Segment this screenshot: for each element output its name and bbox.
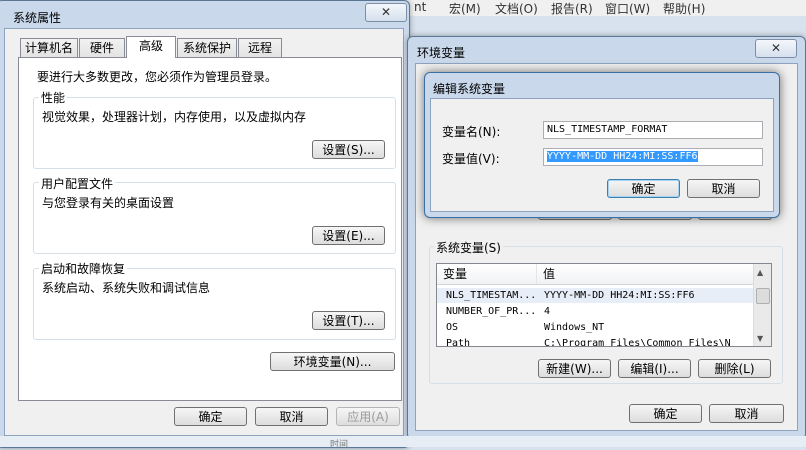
admin-note: 要进行大多数更改，您必须作为管理员登录。: [37, 70, 278, 84]
close-icon: ✕: [770, 41, 782, 55]
startup-recovery-settings-button[interactable]: 设置(T)...: [312, 311, 385, 330]
row-value: YYYY-MM-DD HH24:MI:SS:FF6: [544, 290, 695, 301]
delete-variable-button[interactable]: 删除(L): [698, 359, 771, 378]
scroll-thumb[interactable]: [756, 288, 770, 304]
row-value: 4: [544, 306, 551, 317]
bg-menu-document[interactable]: 文档(O): [495, 0, 538, 17]
system-variables-label: 系统变量(S): [434, 239, 503, 256]
table-row[interactable]: Path C:\Program Files\Common Files\N: [437, 336, 757, 347]
column-header-value[interactable]: 值: [537, 264, 757, 284]
close-button[interactable]: ✕: [365, 3, 407, 22]
edit-dialog-title: 编辑系统变量: [433, 82, 506, 96]
edit-variable-button[interactable]: 编辑(I)...: [618, 359, 691, 378]
system-properties-title: 系统属性: [13, 11, 62, 25]
env-close-button[interactable]: ✕: [755, 39, 797, 58]
new-variable-button[interactable]: 新建(W)...: [538, 359, 611, 378]
bg-status-text: 时间: [330, 440, 349, 450]
startup-recovery-desc: 系统启动、系统失败和调试信息: [42, 281, 211, 295]
system-variables-list[interactable]: 变量 值 NLS_TIMESTAM... YYYY-MM-DD HH24:MI:…: [436, 263, 772, 347]
background-status-strip: [0, 436, 806, 447]
variable-value-label: 变量值(V):: [442, 152, 500, 166]
edit-dialog-ok-button[interactable]: 确定: [607, 179, 680, 198]
environment-variables-button[interactable]: 环境变量(N)...: [270, 352, 395, 371]
performance-desc: 视觉效果，处理器计划，内存使用，以及虚拟内存: [42, 110, 307, 124]
startup-recovery-label: 启动和故障恢复: [39, 260, 128, 277]
performance-label: 性能: [39, 89, 68, 106]
variable-name-input[interactable]: NLS_TIMESTAMP_FORMAT: [543, 121, 763, 139]
row-name: NUMBER_OF_PR...: [446, 306, 536, 317]
scroll-down-icon[interactable]: ▼: [757, 334, 763, 343]
user-profiles-label: 用户配置文件: [39, 175, 116, 192]
bg-menu-report[interactable]: 报告(R): [551, 0, 593, 17]
table-row[interactable]: NUMBER_OF_PR... 4: [437, 304, 757, 319]
tab-advanced[interactable]: 高级: [126, 36, 176, 58]
close-icon: ✕: [380, 5, 392, 19]
list-scrollbar[interactable]: ▲ ▼: [753, 264, 771, 346]
tab-hardware[interactable]: 硬件: [79, 38, 125, 57]
user-profiles-desc: 与您登录有关的桌面设置: [42, 196, 175, 210]
system-properties-ok-button[interactable]: 确定: [174, 407, 247, 426]
variable-value-input[interactable]: YYYY-MM-DD HH24:MI:SS:FF6: [543, 148, 763, 166]
row-value: C:\Program Files\Common Files\N: [544, 338, 731, 347]
bg-menu-item[interactable]: nt: [414, 0, 426, 14]
bg-menu-macro[interactable]: 宏(M): [449, 0, 481, 17]
list-header: 变量 值: [437, 264, 757, 285]
table-row[interactable]: OS Windows_NT: [437, 320, 757, 335]
env-cancel-button[interactable]: 取消: [709, 404, 784, 423]
column-header-variable[interactable]: 变量: [437, 264, 537, 284]
row-name: NLS_TIMESTAM...: [446, 290, 536, 301]
env-ok-button[interactable]: 确定: [629, 404, 702, 423]
row-name: OS: [446, 322, 459, 333]
tab-remote[interactable]: 远程: [238, 38, 282, 57]
variable-value-text: YYYY-MM-DD HH24:MI:SS:FF6: [547, 151, 698, 162]
user-profiles-settings-button[interactable]: 设置(E)...: [312, 226, 385, 245]
row-value: Windows_NT: [544, 322, 605, 333]
performance-settings-button[interactable]: 设置(S)...: [312, 140, 385, 159]
tab-computer-name[interactable]: 计算机名: [20, 38, 78, 57]
table-row[interactable]: NLS_TIMESTAM... YYYY-MM-DD HH24:MI:SS:FF…: [437, 288, 757, 303]
system-properties-apply-button[interactable]: 应用(A): [336, 407, 400, 426]
scroll-up-icon[interactable]: ▲: [757, 268, 763, 277]
bg-menu-help[interactable]: 帮助(H): [663, 0, 705, 17]
environment-variables-title: 环境变量: [417, 46, 466, 60]
system-properties-cancel-button[interactable]: 取消: [255, 407, 328, 426]
tab-system-protection[interactable]: 系统保护: [177, 38, 237, 57]
bg-menu-window[interactable]: 窗口(W): [605, 0, 650, 17]
edit-dialog-cancel-button[interactable]: 取消: [687, 179, 760, 198]
row-name: Path: [446, 338, 471, 347]
variable-name-label: 变量名(N):: [442, 125, 501, 139]
